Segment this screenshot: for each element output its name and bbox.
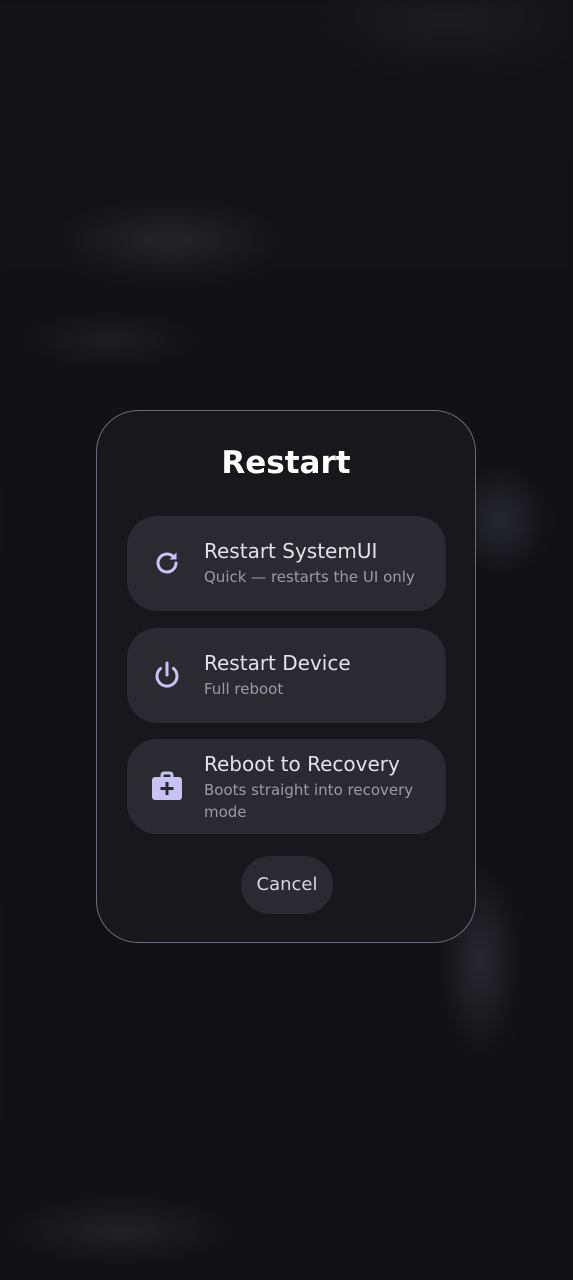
cancel-button[interactable]: Cancel xyxy=(241,856,333,914)
restart-dialog: Restart Restart SystemUI Quick — restart… xyxy=(96,410,476,943)
option-description: Full reboot xyxy=(204,680,284,698)
option-label: Restart SystemUI xyxy=(204,539,378,563)
option-description: Quick — restarts the UI only xyxy=(204,568,415,586)
option-label: Restart Device xyxy=(204,651,351,675)
dialog-title: Restart xyxy=(221,445,351,481)
restart-device-option[interactable]: Restart Device Full reboot xyxy=(127,628,446,723)
medical-kit-icon xyxy=(152,771,182,800)
option-description: Boots straight into recovery mode xyxy=(204,781,414,821)
reboot-recovery-option[interactable]: Reboot to Recovery Boots straight into r… xyxy=(127,739,446,834)
restart-systemui-option[interactable]: Restart SystemUI Quick — restarts the UI… xyxy=(127,516,446,611)
power-icon xyxy=(155,661,179,688)
refresh-icon xyxy=(156,552,178,574)
option-label: Reboot to Recovery xyxy=(204,752,400,776)
